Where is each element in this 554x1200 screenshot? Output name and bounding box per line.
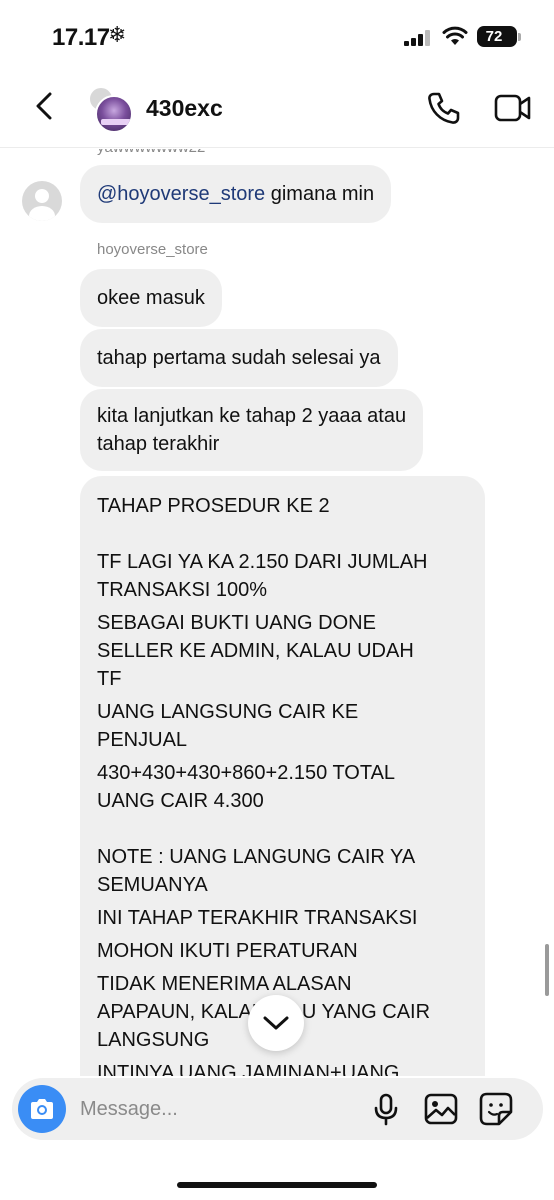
chevron-down-icon [263,1016,289,1030]
camera-icon [31,1099,53,1119]
message-line: SEMUANYA [97,874,208,896]
message-line: PENJUAL [97,729,188,751]
scrollbar-thumb[interactable] [545,944,549,996]
battery-tip [518,33,521,41]
message-text: tahap terakhir [97,433,220,455]
message-line: INI TAHAP TERAKHIR TRANSAKSI [97,907,418,929]
microphone-icon[interactable] [373,1093,399,1127]
message-composer [12,1078,543,1140]
message-line: TIDAK MENERIMA ALASAN [97,973,352,995]
message-bubble[interactable]: kita lanjutkan ke tahap 2 yaaa atau taha… [80,389,424,471]
message-line: TRANSAKSI 100% [97,579,268,601]
group-avatar[interactable] [88,86,134,133]
scroll-to-bottom-button[interactable] [248,995,304,1051]
message-input[interactable] [80,1092,360,1126]
home-indicator[interactable] [177,1182,377,1188]
status-time: 17.17 [52,24,110,51]
back-arrow-icon[interactable] [30,92,60,122]
sticker-icon[interactable] [479,1092,513,1126]
message-line: 430+430+430+860+2.150 TOTAL [97,762,396,784]
camera-button[interactable] [18,1085,66,1133]
message-line: NOTE : UANG LANGUNG CAIR YA [97,846,416,868]
message-line: INTINYA UANG JAMINAN+UANG [97,1062,400,1076]
chat-title[interactable]: 430exc [146,95,223,122]
snowflake-icon: ❄ [108,22,127,47]
message-thread[interactable]: yawwwwwww22 @hoyoverse_store gimana min … [0,149,554,1076]
message-bubble-long[interactable]: TAHAP PROSEDUR KE 2 TF LAGI YA KA 2.150 … [80,476,485,1076]
message-bubble[interactable]: okee masuk [80,269,222,327]
message-bubble[interactable]: @hoyoverse_store gimana min [80,165,392,223]
status-bar: 17.17 ❄ 72 [0,0,554,80]
message-line: UANG LANGSUNG CAIR KE [97,701,359,723]
cellular-signal-icon [404,30,430,46]
message-line: SEBAGAI BUKTI UANG DONE [97,612,376,634]
battery-indicator: 72 [477,26,517,47]
chat-header: 430exc [0,80,554,148]
message-line: TF LAGI YA KA 2.150 DARI JUMLAH [97,551,428,573]
message-text: tahap pertama sudah selesai ya [97,347,381,369]
mention-link[interactable]: @hoyoverse_store [97,183,265,205]
message-text: okee masuk [97,287,205,309]
sender-name: hoyoverse_store [97,241,208,258]
message-text: kita lanjutkan ke tahap 2 yaaa atau [97,405,407,427]
message-line: SELLER KE ADMIN, KALAU UDAH [97,640,414,662]
sender-name-truncated: yawwwwwww22 [97,149,205,156]
phone-call-icon[interactable] [425,90,461,126]
battery-level: 72 [485,28,503,45]
message-text: gimana min [265,183,375,205]
message-line: UANG CAIR 4.300 [97,790,264,812]
wifi-icon [442,26,468,45]
message-line: MOHON IKUTI PERATURAN [97,940,358,962]
sender-avatar[interactable] [22,181,62,221]
avatar-primary [95,95,133,133]
gallery-icon[interactable] [424,1093,458,1125]
message-line: TF [97,668,122,690]
message-line: TAHAP PROSEDUR KE 2 [97,495,330,517]
message-bubble[interactable]: tahap pertama sudah selesai ya [80,329,398,387]
video-call-icon[interactable] [494,92,532,124]
